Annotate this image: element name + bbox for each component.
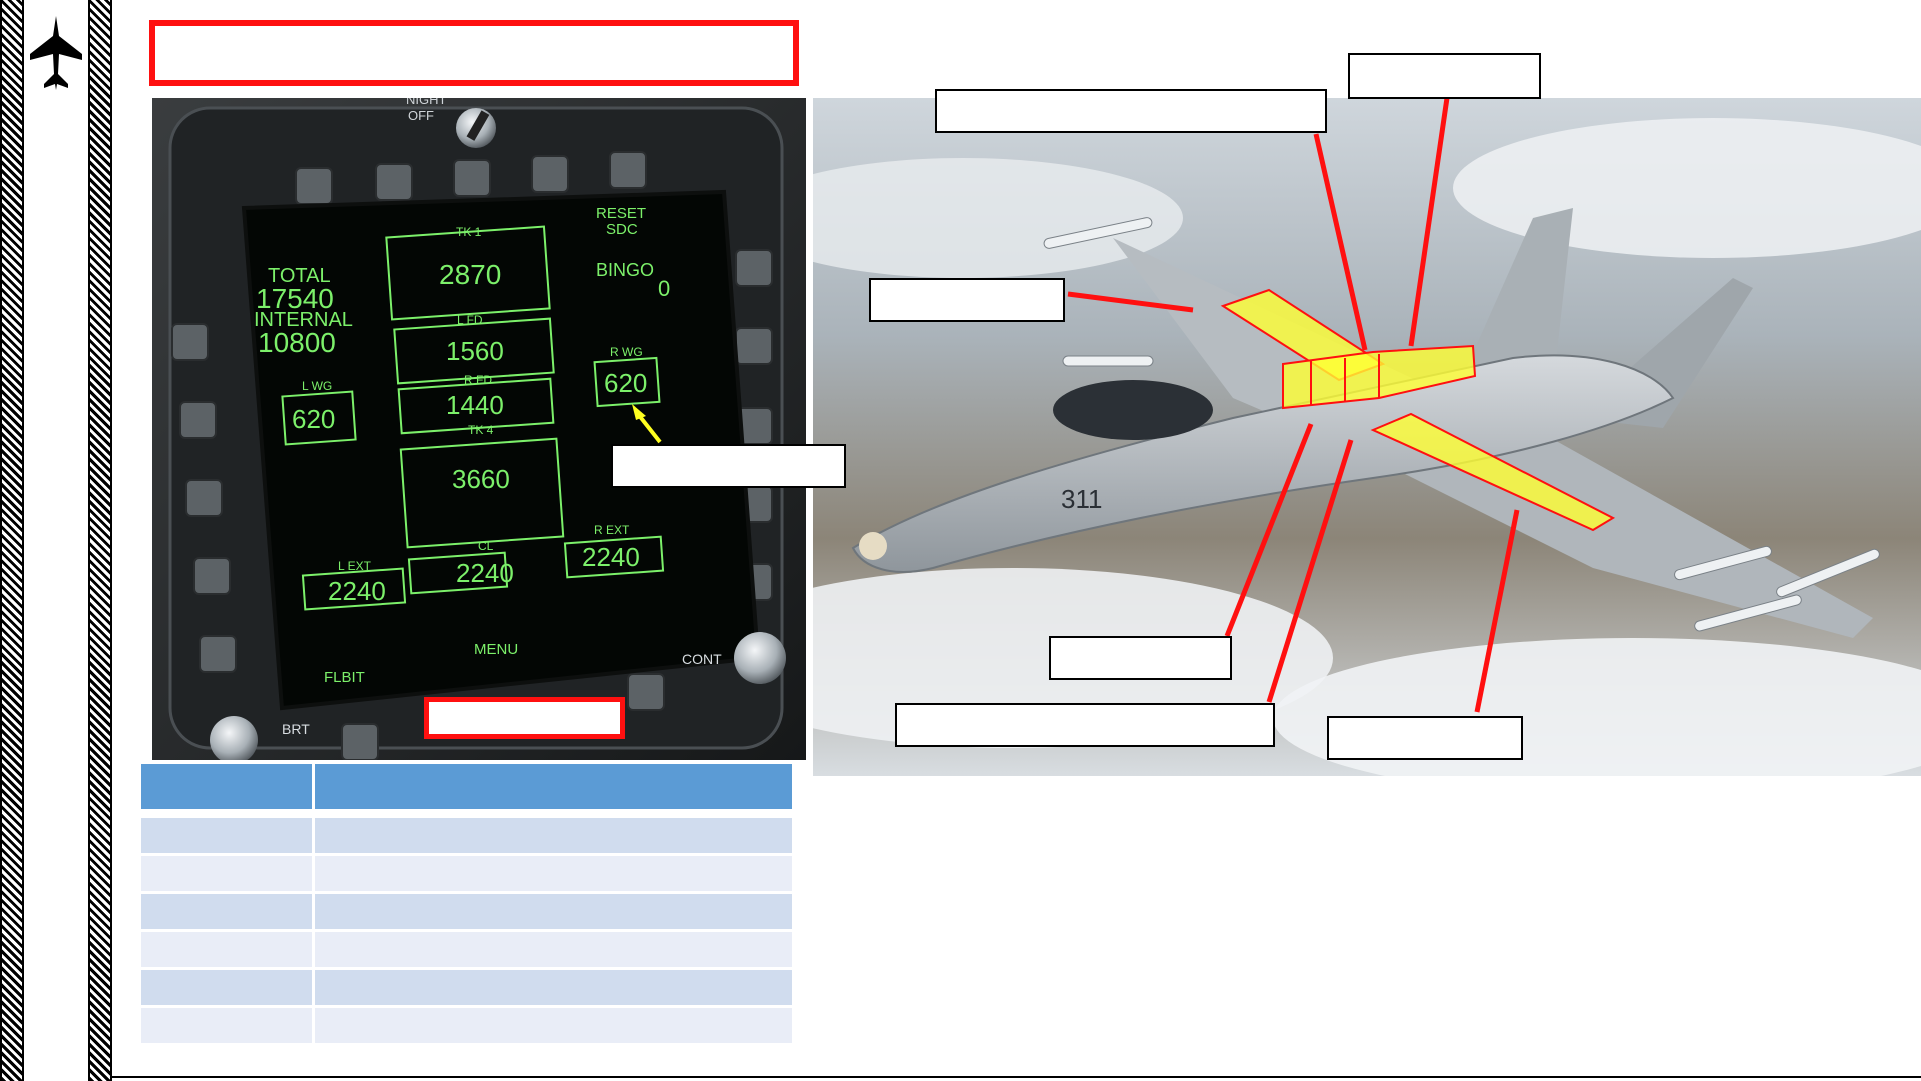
- rwg-label: R WG: [610, 345, 643, 359]
- legend-header-col-1: [141, 764, 315, 812]
- legend-row-3-col-2: [313, 892, 795, 932]
- callout-box-tk1: [935, 89, 1327, 133]
- bingo-label: BINGO: [596, 260, 654, 280]
- tk4-label: TK 4: [468, 423, 494, 437]
- menu-label: MENU: [474, 641, 518, 658]
- osb-bottom-5-button[interactable]: [627, 673, 665, 711]
- slide-title-box: [149, 20, 799, 86]
- brt-label: BRT: [282, 721, 310, 737]
- legend-row-6-col-1: [141, 1006, 315, 1046]
- callout-box-lfd: [1348, 53, 1541, 99]
- fighter-jet-icon: [30, 16, 82, 90]
- osb-top-2-button[interactable]: [375, 163, 413, 201]
- rext-label: R EXT: [594, 523, 630, 537]
- off-label: OFF: [408, 108, 434, 123]
- callout-box-rfd: [1049, 636, 1232, 680]
- legend-row-1-col-1: [141, 816, 315, 856]
- osb-left-2-button[interactable]: [179, 401, 217, 439]
- osb-top-3-button[interactable]: [453, 159, 491, 197]
- tk1-value: 2870: [439, 259, 501, 290]
- menu-highlight-box: [424, 697, 625, 739]
- osb-left-3-button[interactable]: [185, 479, 223, 517]
- osb-left-1-button[interactable]: [171, 323, 209, 361]
- rfd-label: R FD: [464, 373, 492, 387]
- legend-table: [141, 764, 795, 1046]
- night-label: NIGHT: [406, 98, 447, 107]
- internal-value: 10800: [258, 327, 336, 358]
- flbit-label: FLBIT: [324, 669, 365, 686]
- callout-box-tk4: [895, 703, 1275, 747]
- osb-left-5-button[interactable]: [199, 635, 237, 673]
- rfd-value: 1440: [446, 390, 504, 420]
- cont-knob-icon[interactable]: [734, 632, 786, 684]
- callout-box-left-wing: [869, 278, 1065, 322]
- reset-label: RESET: [596, 205, 646, 222]
- lwg-label: L WG: [302, 379, 332, 393]
- tk1-label: TK 1: [456, 225, 482, 239]
- osb-top-4-button[interactable]: [531, 155, 569, 193]
- callout-box-right-wing: [1327, 716, 1523, 760]
- cl-value: 2240: [456, 558, 514, 588]
- lext-value: 2240: [328, 576, 386, 606]
- osb-right-2-button[interactable]: [735, 327, 773, 365]
- legend-row-6-col-2: [313, 1006, 795, 1046]
- osb-right-1-button[interactable]: [735, 249, 773, 287]
- osb-bottom-1-button[interactable]: [341, 723, 379, 760]
- legend-row-4-col-2: [313, 930, 795, 970]
- osb-top-1-button[interactable]: [295, 167, 333, 205]
- legend-row-1-col-2: [313, 816, 795, 856]
- lfd-value: 1560: [446, 336, 504, 366]
- mfd-fuel-page-panel: NIGHT OFF CONT BRT TK 1 2870 RESET SDC B…: [152, 98, 806, 760]
- lwg-value: 620: [292, 404, 335, 434]
- rext-value: 2240: [582, 542, 640, 572]
- legend-row-5-col-1: [141, 968, 315, 1008]
- legend-row-2-col-2: [313, 854, 795, 894]
- lext-label: L EXT: [338, 559, 372, 573]
- rwg-value: 620: [604, 368, 647, 398]
- cont-label: CONT: [682, 651, 722, 667]
- callout-box-rwg: [611, 444, 846, 488]
- osb-top-5-button[interactable]: [609, 151, 647, 189]
- legend-row-5-col-2: [313, 968, 795, 1008]
- fa18-fuel-tanks-image: 311: [813, 98, 1921, 776]
- tk4-value: 3660: [452, 464, 510, 494]
- sdc-label: SDC: [606, 221, 638, 238]
- footer-rule: [112, 1076, 1921, 1078]
- left-border-stripe: [0, 0, 24, 1081]
- lfd-label: L FD: [457, 313, 483, 327]
- legend-row-2-col-1: [141, 854, 315, 894]
- right-border-stripe: [88, 0, 112, 1081]
- cl-label: CL: [478, 539, 494, 553]
- legend-header-col-2: [313, 764, 795, 812]
- legend-row-3-col-1: [141, 892, 315, 932]
- legend-row-4-col-1: [141, 930, 315, 970]
- osb-left-4-button[interactable]: [193, 557, 231, 595]
- bingo-value: 0: [658, 276, 670, 301]
- side-number: 311: [1061, 484, 1102, 514]
